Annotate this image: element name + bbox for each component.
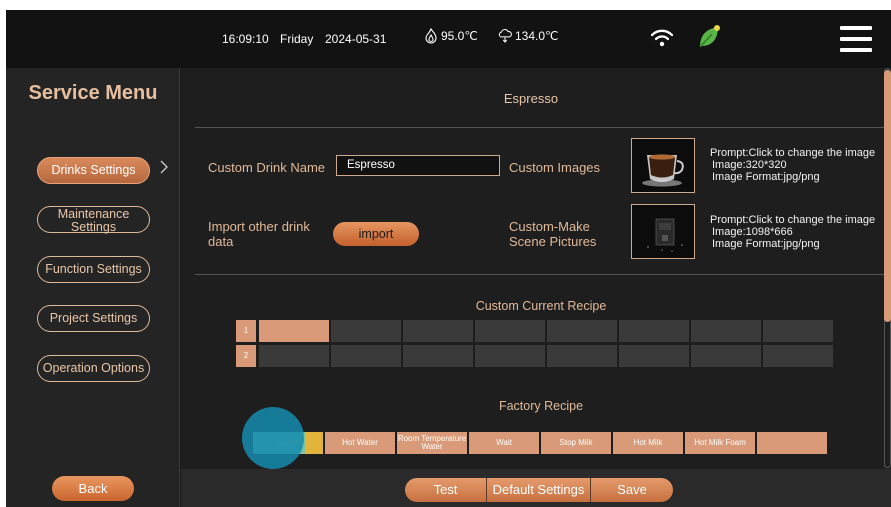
sidebar-item-operation-options[interactable]: Operation Options [37,355,150,382]
factory-item-room-temperature-water[interactable]: Room Temperature Water [397,432,467,454]
page-title: Espresso [503,91,559,106]
flame-icon [425,28,437,44]
scrollbar-thumb[interactable] [884,70,891,322]
recipe-row-number: 1 [236,320,256,342]
date: 2024-05-31 [325,32,387,46]
recipe-step-cell[interactable] [259,320,329,342]
sidebar-title: Service Menu [28,82,158,104]
factory-item-stop-milk[interactable]: Stop Milk [541,432,611,454]
drink-settings-panel: Espresso Custom Drink Name Espresso Cust… [181,68,891,469]
scene-pictures-prompt: Prompt:Click to change the image Image:1… [710,214,876,250]
wifi-icon [651,29,673,47]
sidebar-item-function-settings[interactable]: Function Settings [37,256,150,283]
factory-item-hot-milk[interactable]: Hot Milk [613,432,683,454]
status-bar: 16:09:10 Friday 2024-05-31 95.0℃ 134.0℃ [6,10,891,68]
recipe-step-cell[interactable] [331,320,401,342]
custom-image-thumbnail[interactable] [631,138,695,193]
factory-item-hot-milk-foam[interactable]: Hot Milk Foam [685,432,755,454]
chevron-right-icon [160,160,168,174]
recipe-row-number: 2 [236,345,256,367]
sidebar: Service Menu Drinks Settings Maintenance… [6,68,180,507]
default-settings-button[interactable]: Default Settings [487,478,591,502]
steam-icon [498,29,512,43]
drink-name-input[interactable]: Espresso [336,155,500,176]
sidebar-item-project-settings[interactable]: Project Settings [37,305,150,332]
recipe-step-cell[interactable] [763,345,833,367]
custom-images-prompt: Prompt:Click to change the image Image:3… [710,147,876,183]
scene-picture-thumbnail[interactable] [631,204,695,259]
recipe-step-cell[interactable] [691,345,761,367]
recipe-step-cell[interactable] [691,320,761,342]
custom-recipe-row: 2 [236,345,835,367]
test-button[interactable]: Test [405,478,487,502]
boiler-temp-value: 95.0℃ [441,29,478,43]
touch-indicator [242,407,304,469]
import-drink-data-label: Import other drink data [208,219,310,249]
menu-icon[interactable] [840,26,872,54]
divider [195,127,885,128]
custom-recipe-row: 1 [236,320,835,342]
boiler-temperature: 95.0℃ [424,28,478,44]
back-button[interactable]: Back [52,476,134,501]
scene-pictures-label: Custom-Make Scene Pictures [509,219,597,249]
coffee-machine-image [647,218,683,252]
factory-item-hot-water[interactable]: Hot Water [325,432,395,454]
save-button[interactable]: Save [591,478,673,502]
recipe-step-cell[interactable] [331,345,401,367]
steam-temp-value: 134.0℃ [515,29,559,43]
custom-drink-name-label: Custom Drink Name [208,160,326,175]
recipe-step-cell[interactable] [763,320,833,342]
clock-time: 16:09:10 [222,32,269,46]
leaf-icon [700,25,720,47]
weekday: Friday [280,32,314,46]
divider [195,274,885,275]
recipe-step-cell[interactable] [259,345,329,367]
recipe-step-cell[interactable] [403,345,473,367]
action-button-group: Test Default Settings Save [405,478,673,502]
steam-temperature: 134.0℃ [498,28,559,44]
bottom-action-bar: Test Default Settings Save [181,469,891,507]
import-button[interactable]: import [333,222,419,246]
custom-images-label: Custom Images [509,160,601,175]
espresso-cup-image [642,154,684,187]
factory-item-empty[interactable] [757,432,827,454]
recipe-step-cell[interactable] [547,320,617,342]
factory-recipe-row: Coffee Hot Water Room Temperature Water … [253,432,829,454]
recipe-step-cell[interactable] [547,345,617,367]
recipe-step-cell[interactable] [403,320,473,342]
custom-recipe-title: Custom Current Recipe [475,299,607,313]
factory-item-wait[interactable]: Wait [469,432,539,454]
recipe-step-cell[interactable] [475,345,545,367]
recipe-step-cell[interactable] [475,320,545,342]
recipe-step-cell[interactable] [619,345,689,367]
sidebar-item-maintenance-settings[interactable]: Maintenance Settings [37,206,150,234]
screen: 16:09:10 Friday 2024-05-31 95.0℃ 134.0℃ … [6,10,891,507]
recipe-step-cell[interactable] [619,320,689,342]
sidebar-item-drinks-settings[interactable]: Drinks Settings [37,157,150,184]
